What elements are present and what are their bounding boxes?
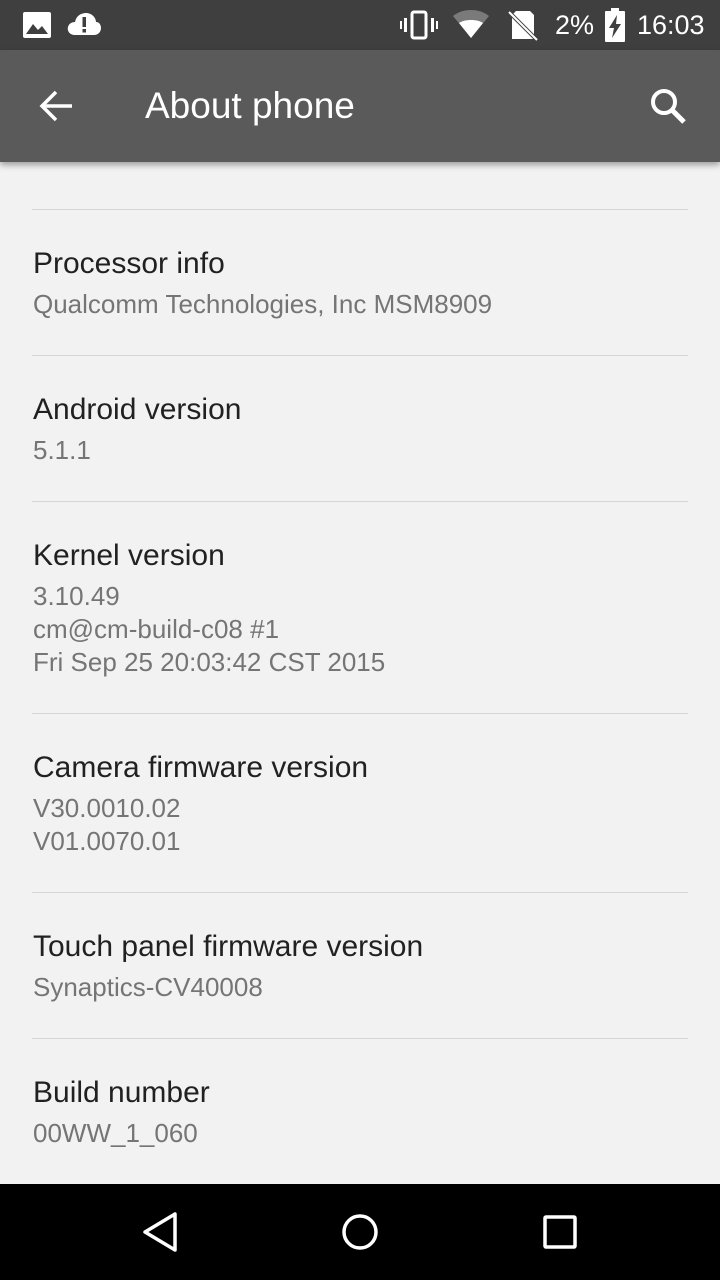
list-item-kernel-version[interactable]: Kernel version 3.10.49 cm@cm-build-c08 #… [0,502,720,713]
item-title: Kernel version [33,539,225,572]
back-button[interactable] [24,74,88,138]
list-item-android-version[interactable]: Android version 5.1.1 [0,356,720,501]
nav-home-icon [340,1212,380,1252]
wifi-icon [452,9,490,39]
item-value: Qualcomm Technologies, Inc MSM8909 [33,289,493,319]
item-title: Android version [33,393,242,426]
list-item-touch-panel-firmware-version[interactable]: Touch panel firmware version Synaptics-C… [0,893,720,1038]
navigation-bar [0,1184,720,1280]
search-button[interactable] [636,74,700,138]
nav-home-button[interactable] [328,1200,392,1264]
item-value: 00WW_1_060 [33,1118,198,1148]
image-icon [22,11,52,39]
item-title: Touch panel firmware version [33,930,424,963]
item-value: V30.0010.02 V01.0070.01 [33,793,181,856]
item-title: Camera firmware version [33,751,369,784]
vibrate-icon [400,10,438,40]
list-item-build-number[interactable]: Build number 00WW_1_060 [0,1039,720,1184]
item-value: Synaptics-CV40008 [33,972,263,1002]
search-icon [649,87,687,125]
nav-recents-icon [542,1214,578,1250]
nav-back-icon [140,1211,180,1253]
list-item-processor-info[interactable]: Processor info Qualcomm Technologies, In… [0,210,720,355]
status-bar: 2% 16:03 [0,0,720,50]
nav-back-button[interactable] [128,1200,192,1264]
battery-percent: 2% [555,10,595,40]
nav-recents-button[interactable] [528,1200,592,1264]
settings-list[interactable]: Processor info Qualcomm Technologies, In… [0,162,720,1184]
item-value: 5.1.1 [33,435,91,465]
app-bar: About phone [0,50,720,162]
page-title: About phone [145,85,355,126]
alert-cloud-icon [66,9,102,39]
clock: 16:03 [637,10,705,40]
battery-charging-icon [603,7,627,43]
item-title: Build number [33,1076,210,1109]
list-item-camera-firmware-version[interactable]: Camera firmware version V30.0010.02 V01.… [0,714,720,892]
item-title: Processor info [33,247,225,280]
item-value: 3.10.49 cm@cm-build-c08 #1 Fri Sep 25 20… [33,581,386,677]
no-sim-icon [506,9,540,41]
arrow-back-icon [38,88,74,124]
